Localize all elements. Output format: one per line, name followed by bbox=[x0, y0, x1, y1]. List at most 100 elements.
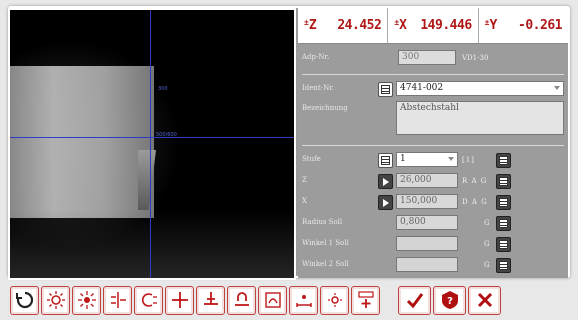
circle-fit-icon bbox=[141, 293, 157, 307]
adp-field: 300 bbox=[398, 50, 456, 65]
list-icon bbox=[381, 85, 390, 94]
tool-profile-icon bbox=[264, 292, 281, 308]
magnet-button[interactable] bbox=[227, 285, 256, 315]
scale-label-top: 300 bbox=[158, 86, 168, 92]
close-button[interactable] bbox=[468, 285, 501, 315]
winkel1-label: Winkel 1 Soll bbox=[302, 239, 349, 247]
winkel2-suffix: G bbox=[484, 261, 491, 269]
coord-z-value: 24.452 bbox=[337, 18, 382, 33]
circle-fit-button[interactable] bbox=[134, 285, 163, 315]
table-icon bbox=[499, 240, 508, 249]
table-icon bbox=[499, 198, 508, 207]
winkel2-label: Winkel 2 Soll bbox=[302, 260, 349, 268]
chevron-down-icon bbox=[554, 86, 560, 90]
help-icon: ? bbox=[441, 291, 458, 309]
crosshair-button[interactable] bbox=[165, 285, 194, 315]
ident-select[interactable]: 4741-002 bbox=[396, 81, 564, 96]
light-ring-2-button[interactable] bbox=[72, 285, 101, 315]
winkel1-field[interactable] bbox=[396, 236, 458, 251]
stufe-label: Stufe bbox=[302, 155, 321, 163]
bez-field: Abstechstahl bbox=[396, 101, 564, 135]
coord-x-value: 149.446 bbox=[420, 18, 472, 33]
zoom-move-button[interactable] bbox=[289, 285, 318, 315]
row-winkel1: Winkel 1 Soll G bbox=[298, 236, 568, 254]
crosshair-vertical bbox=[150, 10, 151, 278]
row-x: X 150,000 D A G bbox=[298, 194, 568, 212]
bottom-toolbar: ? bbox=[8, 284, 570, 316]
row-radius: Radius Soll 0,800 G bbox=[298, 215, 568, 233]
radius-field[interactable]: 0,800 bbox=[396, 215, 458, 230]
radius-table-button[interactable] bbox=[496, 216, 511, 231]
stufe-list-button[interactable] bbox=[378, 153, 393, 168]
separator bbox=[302, 74, 564, 75]
center-adjust-button[interactable] bbox=[103, 285, 132, 315]
close-icon bbox=[477, 292, 492, 308]
tool-image bbox=[10, 66, 154, 218]
x-suffix: D A G bbox=[462, 198, 488, 206]
check-icon bbox=[406, 293, 423, 309]
stufe-table-button[interactable] bbox=[496, 153, 511, 168]
edge-line-button[interactable] bbox=[196, 285, 225, 315]
list-icon bbox=[381, 156, 390, 165]
stufe-select[interactable]: 1 bbox=[396, 152, 458, 167]
adp-suffix: VD1-30 bbox=[462, 54, 489, 62]
zoom-move-icon bbox=[295, 295, 312, 307]
play-icon bbox=[382, 198, 389, 207]
table-add-button[interactable] bbox=[351, 285, 380, 315]
tool-profile-button[interactable] bbox=[258, 285, 287, 315]
data-panel: ±Z 24.452 ±X 149.446 ±Y -0.261 Adp-Nr. 3… bbox=[298, 8, 568, 278]
light-small-icon bbox=[327, 293, 342, 307]
coord-x: ±X 149.446 bbox=[388, 8, 479, 43]
table-icon bbox=[499, 261, 508, 270]
adp-label: Adp-Nr. bbox=[302, 53, 330, 61]
coordinate-readout: ±Z 24.452 ±X 149.446 ±Y -0.261 bbox=[298, 8, 568, 44]
light-small-button[interactable] bbox=[320, 285, 349, 315]
light-ring-button[interactable] bbox=[41, 285, 70, 315]
winkel1-suffix: G bbox=[484, 240, 491, 248]
camera-haze bbox=[10, 210, 294, 278]
radius-suffix: G bbox=[484, 219, 491, 227]
center-adjust-icon bbox=[110, 292, 126, 308]
help-button[interactable]: ? bbox=[433, 285, 466, 315]
row-adp: Adp-Nr. 300 VD1-30 bbox=[298, 50, 568, 68]
stufe-suffix: [1] bbox=[462, 156, 475, 164]
row-stufe: Stufe 1 [1] bbox=[298, 152, 568, 170]
row-bezeichnung: Bezeichnung Abstechstahl bbox=[298, 101, 568, 137]
z-play-button[interactable] bbox=[378, 174, 393, 189]
winkel2-field[interactable] bbox=[396, 257, 458, 272]
camera-view[interactable]: 300 500/600 bbox=[8, 8, 296, 280]
crosshair-icon bbox=[171, 292, 188, 308]
crosshair-horizontal bbox=[10, 137, 294, 138]
x-field[interactable]: 150,000 bbox=[396, 194, 458, 209]
z-field[interactable]: 26,000 bbox=[396, 173, 458, 188]
confirm-button[interactable] bbox=[398, 285, 431, 315]
row-ident: Ident-Nr. 4741-002 bbox=[298, 81, 568, 99]
light-ring-icon bbox=[46, 291, 65, 309]
x-label: X bbox=[302, 197, 307, 205]
z-table-button[interactable] bbox=[496, 174, 511, 189]
light-ring-2-icon bbox=[77, 291, 96, 309]
radius-label: Radius Soll bbox=[302, 218, 343, 226]
edge-line-icon bbox=[203, 292, 218, 305]
magnet-icon bbox=[234, 292, 249, 306]
ident-value: 4741-002 bbox=[400, 83, 444, 93]
coord-z-axis: Z bbox=[308, 18, 317, 33]
z-label: Z bbox=[302, 176, 307, 184]
separator bbox=[302, 145, 564, 146]
reset-button[interactable] bbox=[10, 285, 39, 315]
table-add-icon bbox=[357, 291, 374, 308]
ident-list-button[interactable] bbox=[378, 82, 393, 97]
scale-label-mid: 500/600 bbox=[156, 132, 177, 138]
svg-text:?: ? bbox=[447, 296, 453, 307]
row-z: Z 26,000 R A G bbox=[298, 173, 568, 191]
coord-y-value: -0.261 bbox=[518, 18, 562, 33]
x-play-button[interactable] bbox=[378, 195, 393, 210]
row-winkel2: Winkel 2 Soll G bbox=[298, 257, 568, 275]
x-table-button[interactable] bbox=[496, 195, 511, 210]
winkel1-table-button[interactable] bbox=[496, 237, 511, 252]
reset-icon bbox=[15, 291, 33, 309]
table-icon bbox=[499, 156, 508, 165]
table-icon bbox=[499, 219, 508, 228]
winkel2-table-button[interactable] bbox=[496, 258, 511, 273]
play-icon bbox=[382, 177, 389, 186]
